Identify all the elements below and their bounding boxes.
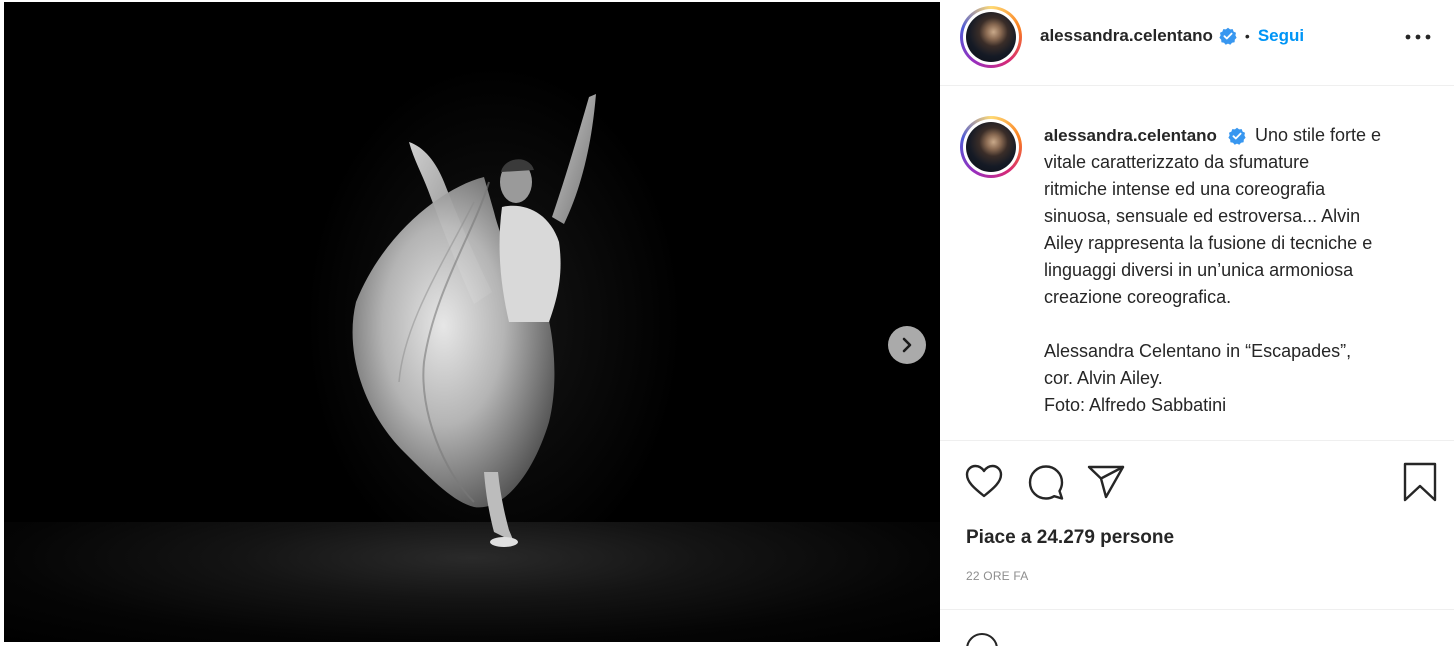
post-side-panel: alessandra.celentano • Segui alessandra. xyxy=(940,0,1454,646)
likes-count[interactable]: Piace a 24.279 persone xyxy=(966,527,1174,549)
follow-button[interactable]: Segui xyxy=(1258,26,1304,46)
caption-text-line: creazione coreografica. xyxy=(1044,287,1232,307)
caption-text-line: Alessandra Celentano in “Escapades”, xyxy=(1044,341,1352,361)
save-button[interactable] xyxy=(1402,461,1438,508)
next-photo-button[interactable] xyxy=(888,326,926,364)
verified-badge-icon xyxy=(1228,128,1246,146)
paper-plane-icon xyxy=(1087,465,1125,499)
caption-text-line: Foto: Alfredo Sabbatini xyxy=(1044,395,1227,415)
emoji-icon[interactable] xyxy=(966,633,998,646)
caption-avatar-ring[interactable] xyxy=(960,116,1022,178)
heart-icon xyxy=(965,464,1003,498)
verified-badge-icon xyxy=(1219,27,1237,45)
post-photo[interactable] xyxy=(4,2,940,642)
chevron-right-icon xyxy=(902,337,912,353)
post-caption: alessandra.celentano Uno stile forte e v… xyxy=(1044,122,1444,419)
caption-text-line: linguaggi diversi in un’unica armoniosa xyxy=(1044,260,1354,280)
caption-first-line: alessandra.celentano Uno stile forte e xyxy=(1044,122,1444,149)
caption-text-line: cor. Alvin Ailey. xyxy=(1044,368,1163,388)
comment-icon xyxy=(1028,465,1064,500)
comment-row xyxy=(940,611,1454,646)
header-username[interactable]: alessandra.celentano xyxy=(1040,26,1213,46)
caption-text-line: vitale caratterizzato da sfumature xyxy=(1044,152,1310,172)
avatar xyxy=(966,122,1016,172)
header-user: alessandra.celentano • Segui xyxy=(1040,26,1304,46)
post-header: alessandra.celentano • Segui xyxy=(940,0,1454,86)
caption-text-line: sinuosa, sensuale ed estroversa... Alvin xyxy=(1044,206,1361,226)
caption-text-line: ritmiche intense ed una coreografia xyxy=(1044,179,1326,199)
header-separator: • xyxy=(1244,28,1250,44)
comment-button[interactable] xyxy=(1026,463,1066,506)
post-actions: Piace a 24.279 persone 22 ORE FA xyxy=(940,440,1454,610)
more-horizontal-icon xyxy=(1405,34,1431,40)
share-button[interactable] xyxy=(1086,463,1126,506)
like-button[interactable] xyxy=(964,463,1004,504)
bookmark-icon xyxy=(1403,462,1437,502)
caption-text-line: Uno stile forte e xyxy=(1254,125,1382,145)
dancer-figure xyxy=(352,94,596,547)
more-options-button[interactable] xyxy=(1396,22,1440,52)
avatar xyxy=(966,12,1016,62)
avatar-story-ring[interactable] xyxy=(960,6,1022,68)
caption-text-line: Ailey rappresenta la fusione di tecniche… xyxy=(1044,233,1373,253)
caption-username[interactable]: alessandra.celentano xyxy=(1044,126,1217,145)
post-timestamp[interactable]: 22 ORE FA xyxy=(966,569,1029,583)
caption-area: alessandra.celentano Uno stile forte e v… xyxy=(940,86,1454,440)
